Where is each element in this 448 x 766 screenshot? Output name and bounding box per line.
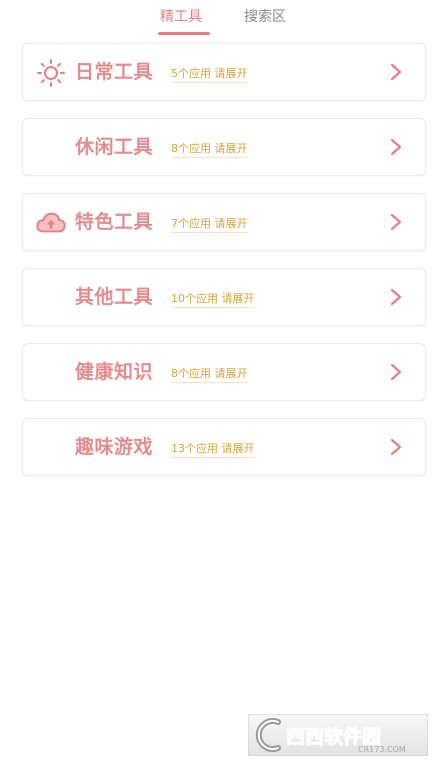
category-app-count: 13个应用 请展开	[171, 441, 255, 458]
category-app-count: 5个应用 请展开	[171, 66, 248, 83]
category-card-featured-tools[interactable]: 特色工具 7个应用 请展开	[22, 193, 426, 251]
category-card-health-knowledge[interactable]: 健康知识 8个应用 请展开	[22, 343, 426, 401]
category-app-count: 8个应用 请展开	[171, 141, 248, 158]
category-card-fun-games[interactable]: 趣味游戏 13个应用 请展开	[22, 418, 426, 476]
chevron-right-icon	[390, 288, 402, 306]
category-app-count: 7个应用 请展开	[171, 216, 248, 233]
category-app-count: 10个应用 请展开	[171, 291, 255, 308]
active-tab-indicator	[158, 32, 210, 35]
category-card-daily-tools[interactable]: 日常工具 5个应用 请展开	[22, 43, 426, 101]
watermark-site: CR173.COM	[358, 745, 406, 754]
category-title: 健康知识	[75, 361, 154, 383]
top-tab-bar: 精工具 搜索区	[0, 0, 448, 36]
category-card-leisure-tools[interactable]: 休闲工具 8个应用 请展开	[22, 118, 426, 176]
chevron-right-icon	[390, 63, 402, 81]
category-card-other-tools[interactable]: 其他工具 10个应用 请展开	[22, 268, 426, 326]
chevron-right-icon	[390, 363, 402, 381]
cloud-upload-icon	[36, 208, 66, 238]
category-title: 特色工具	[75, 211, 154, 233]
chevron-right-icon	[390, 213, 402, 231]
category-title: 趣味游戏	[75, 436, 154, 458]
tab-search[interactable]: 搜索区	[244, 8, 286, 26]
sun-icon	[36, 58, 66, 88]
category-title: 休闲工具	[75, 136, 154, 158]
site-watermark-logo: 西西软件园 CR173.COM	[248, 714, 428, 756]
category-title: 日常工具	[75, 61, 154, 83]
category-list: 日常工具 5个应用 请展开 休闲工具 8个应用 请展开 特色工具 7个应用 请展…	[22, 43, 426, 493]
category-title: 其他工具	[75, 286, 154, 308]
chevron-right-icon	[390, 138, 402, 156]
category-app-count: 8个应用 请展开	[171, 366, 248, 383]
chevron-right-icon	[390, 438, 402, 456]
tab-featured-tools[interactable]: 精工具	[160, 8, 202, 26]
